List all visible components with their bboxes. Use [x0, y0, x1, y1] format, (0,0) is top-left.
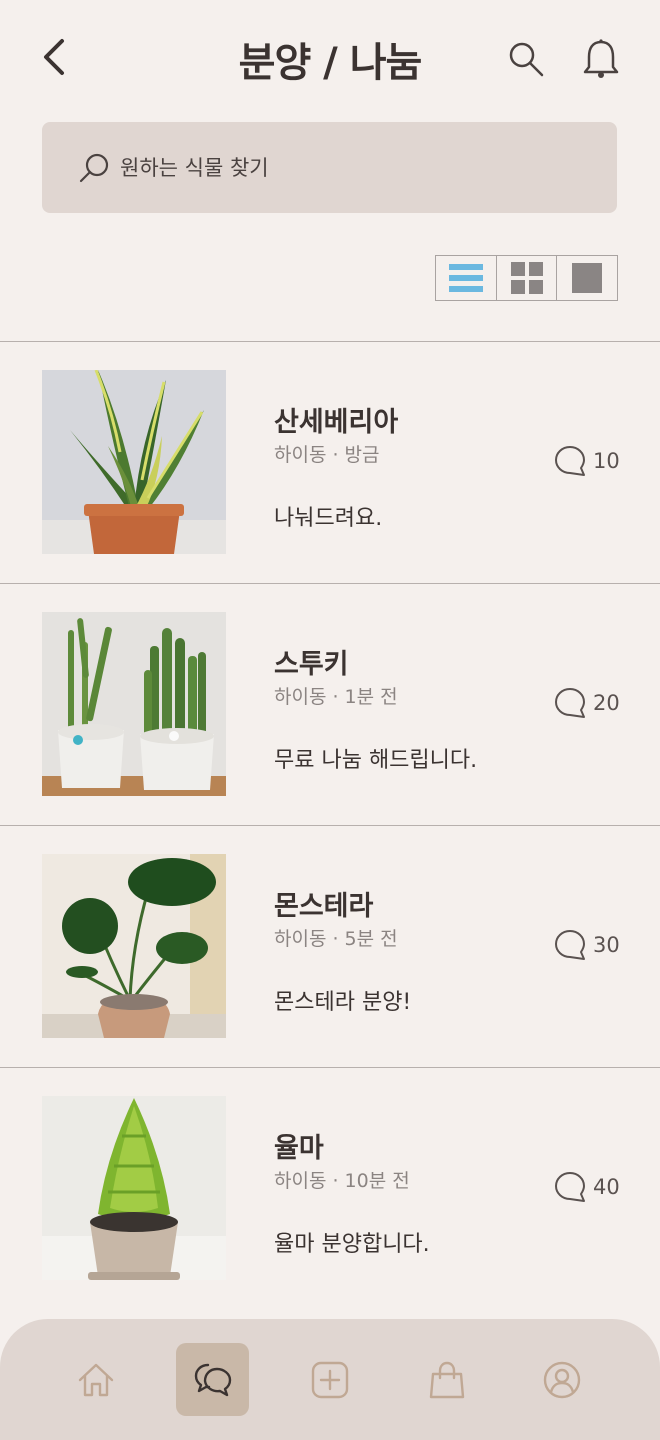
add-icon [311, 1361, 348, 1398]
bell-icon [583, 39, 619, 78]
post-title: 몬스테라 [274, 891, 374, 922]
stuckyi-photo [42, 612, 226, 796]
search-icon [509, 42, 544, 77]
grid-view-icon [510, 262, 543, 294]
post-meta: 하이동 · 방금 [274, 444, 380, 466]
post-description: 몬스테라 분양! [274, 990, 412, 1015]
post-item[interactable]: 산세베리아 하이동 · 방금 나눠드려요. 10 [0, 341, 660, 583]
comment-count-value: 30 [593, 933, 620, 957]
goldcrest-photo [42, 1096, 226, 1280]
chevron-left-icon [44, 39, 64, 75]
post-description: 나눠드려요. [274, 506, 383, 531]
comment-count-value: 10 [593, 449, 620, 473]
comment-count[interactable]: 40 [553, 1170, 620, 1204]
nav-profile-button[interactable] [525, 1343, 598, 1416]
comment-count[interactable]: 20 [553, 686, 620, 720]
comment-icon [555, 688, 585, 718]
post-title: 산세베리아 [274, 407, 399, 438]
post-description: 율마 분양합니다. [274, 1232, 430, 1257]
chat-icon [194, 1363, 231, 1396]
list-view-button[interactable] [436, 256, 497, 300]
post-list: 산세베리아 하이동 · 방금 나눠드려요. 10 스투키 하이동 · 1분 전 … [0, 341, 660, 1357]
monstera-photo [42, 854, 226, 1038]
nav-chat-button[interactable] [176, 1343, 249, 1416]
sansevieria-photo [42, 370, 226, 554]
profile-icon [543, 1361, 580, 1398]
header-search-button[interactable] [503, 36, 549, 82]
post-item[interactable]: 율마 하이동 · 10분 전 율마 분양합니다. 40 [0, 1067, 660, 1357]
nav-home-button[interactable] [59, 1343, 132, 1416]
post-item[interactable]: 몬스테라 하이동 · 5분 전 몬스테라 분양! 30 [0, 825, 660, 1067]
view-mode-toggle [435, 255, 618, 301]
list-view-icon [448, 264, 483, 292]
post-title: 스투키 [274, 649, 349, 680]
nav-add-button[interactable] [293, 1343, 366, 1416]
search-icon [78, 151, 112, 185]
post-meta: 하이동 · 5분 전 [274, 928, 398, 950]
back-button[interactable] [36, 34, 72, 80]
page-title: 분양 / 나눔 [238, 40, 423, 86]
comment-count-value: 40 [593, 1175, 620, 1199]
shopping-bag-icon [429, 1361, 464, 1398]
comment-count[interactable]: 10 [553, 444, 620, 478]
post-meta: 하이동 · 10분 전 [274, 1170, 410, 1192]
comment-icon [555, 930, 585, 960]
search-input[interactable] [120, 155, 560, 180]
search-bar[interactable] [42, 122, 617, 213]
post-description: 무료 나눔 해드립니다. [274, 748, 478, 773]
comment-count-value: 20 [593, 691, 620, 715]
app-header: 분양 / 나눔 [0, 0, 660, 115]
home-icon [78, 1363, 113, 1396]
post-item[interactable]: 스투키 하이동 · 1분 전 무료 나눔 해드립니다. 20 [0, 583, 660, 825]
post-title: 율마 [274, 1133, 324, 1164]
bottom-navigation [0, 1319, 660, 1440]
comment-icon [555, 446, 585, 476]
notification-button[interactable] [578, 36, 624, 82]
post-meta: 하이동 · 1분 전 [274, 686, 398, 708]
nav-shop-button[interactable] [410, 1343, 483, 1416]
comment-count[interactable]: 30 [553, 928, 620, 962]
single-view-icon [572, 263, 603, 293]
comment-icon [555, 1172, 585, 1202]
grid-view-button[interactable] [497, 256, 558, 300]
single-view-button[interactable] [557, 256, 617, 300]
